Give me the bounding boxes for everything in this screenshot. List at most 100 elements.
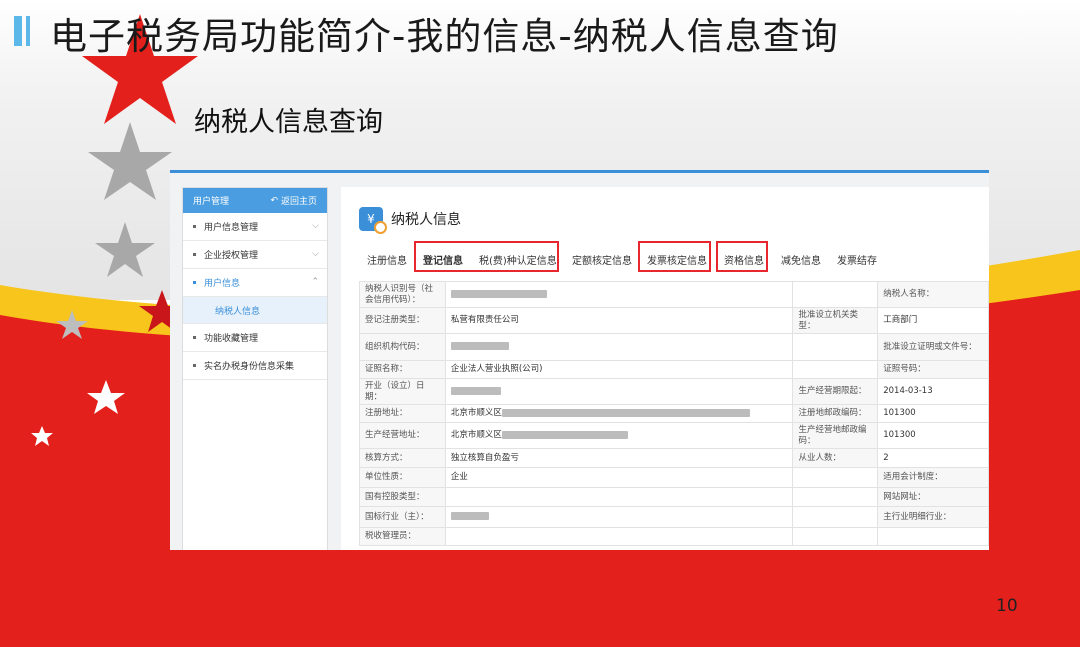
slide-subtitle: 纳税人信息查询 [194, 107, 383, 138]
field-label: 税收管理员： [359, 527, 446, 546]
field-value: 北京市顺义区 [444, 404, 794, 423]
field-label: 纳税人名称： [877, 281, 989, 308]
tab-invoice-balance[interactable]: 发票结存 [837, 252, 877, 267]
field-value: 企业 [444, 467, 794, 488]
field-label: 从业人数： [792, 448, 879, 468]
title-accent-bar [26, 16, 30, 46]
field-label: 主行业明细行业： [877, 506, 989, 528]
sidebar-item-label: 企业授权管理 [204, 251, 259, 261]
table-row: 国标行业（主）： 主行业明细行业： [359, 506, 989, 528]
sidebar-item-label: 实名办税身份信息采集 [204, 362, 295, 372]
sidebar-subitem-taxpayer-info[interactable]: 纳税人信息 [183, 297, 327, 324]
field-label: 批准设立证明或文件号： [877, 333, 989, 361]
field-value [877, 527, 989, 546]
chevron-down-icon: ⌵ [312, 249, 319, 259]
table-row: 单位性质： 企业 适用会计制度： [359, 467, 989, 488]
field-label: 生产经营地邮政编码： [792, 422, 879, 449]
field-value [444, 527, 794, 546]
tab-registration-info[interactable]: 注册信息 [367, 252, 407, 267]
chevron-down-icon: ⌵ [312, 221, 319, 231]
table-row: 国有控股类型： 网站网址： [359, 487, 989, 507]
taxpayer-info-table: 纳税人识别号（社会信用代码）： 纳税人名称： 登记注册类型： 私营有限责任公司 … [359, 281, 989, 546]
field-value: 北京市顺义区 [444, 422, 794, 449]
sidebar-item-realname-collection[interactable]: 实名办税身份信息采集 [183, 352, 327, 380]
star-icon [88, 122, 172, 200]
tab-quota-info[interactable]: 定额核定信息 [572, 252, 632, 267]
field-value: 独立核算自负盈亏 [444, 448, 794, 468]
sidebar-item-user-info[interactable]: 用户信息 ⌃ [183, 269, 327, 297]
field-label: 注册地址： [359, 404, 446, 423]
field-value [792, 527, 879, 546]
bullet-icon [193, 336, 196, 339]
field-value [792, 487, 879, 507]
highlight-box [716, 241, 768, 272]
field-value [792, 333, 879, 361]
back-home-button[interactable]: ↶ 返回主页 [270, 194, 317, 208]
field-value: 2 [877, 448, 989, 468]
field-label: 适用会计制度： [877, 467, 989, 488]
table-row: 核算方式： 独立核算自负盈亏 从业人数： 2 [359, 448, 989, 468]
field-value [792, 506, 879, 528]
table-row: 证照名称： 企业法人营业执照(公司) 证照号码： [359, 360, 989, 379]
sidebar-item-enterprise-auth[interactable]: 企业授权管理 ⌵ [183, 241, 327, 269]
field-label: 组织机构代码： [359, 333, 446, 361]
bullet-icon [193, 253, 196, 256]
sidebar-item-label: 用户信息 [204, 279, 241, 289]
field-value: 101300 [877, 422, 989, 449]
bullet-icon [193, 225, 196, 228]
field-value [792, 467, 879, 488]
table-row: 生产经营地址： 北京市顺义区 生产经营地邮政编码： 101300 [359, 422, 989, 449]
field-value [792, 281, 879, 308]
redacted-value [450, 386, 501, 395]
title-accent-bar [14, 16, 22, 46]
field-label: 生产经营期限起： [792, 378, 879, 405]
field-label: 国标行业（主）： [359, 506, 446, 528]
field-value [792, 360, 879, 379]
sidebar-item-label: 功能收藏管理 [204, 334, 259, 344]
sidebar-header-title: 用户管理 [193, 197, 230, 207]
field-label: 批准设立机关类型： [792, 307, 879, 334]
main-panel: ¥ 纳税人信息 注册信息 登记信息 税(费)种认定信息 定额核定信息 发票核定信… [341, 187, 989, 550]
field-value: 私营有限责任公司 [444, 307, 794, 334]
field-label: 网站网址： [877, 487, 989, 507]
redacted-value [501, 408, 750, 417]
redacted-value [450, 289, 547, 298]
field-value [444, 378, 794, 405]
redacted-value [501, 430, 628, 439]
table-row: 组织机构代码： 批准设立证明或文件号： [359, 333, 989, 361]
sidebar: 用户管理 ↶ 返回主页 用户信息管理 ⌵ 企业授权管理 ⌵ 用户信息 ⌃ 纳税人… [182, 187, 328, 550]
field-label: 纳税人识别号（社会信用代码）： [359, 281, 446, 308]
sidebar-header: 用户管理 ↶ 返回主页 [183, 188, 327, 213]
field-value: 101300 [877, 404, 989, 423]
field-value [444, 487, 794, 507]
panel-title: ¥ 纳税人信息 [359, 207, 461, 234]
tab-exemption-info[interactable]: 减免信息 [781, 252, 821, 267]
bullet-icon [193, 364, 196, 367]
field-label: 证照名称： [359, 360, 446, 379]
panel-title-text: 纳税人信息 [391, 212, 461, 228]
chevron-up-icon: ⌃ [311, 277, 319, 287]
slide-title: 电子税务局功能简介-我的信息-纳税人信息查询 [50, 15, 839, 58]
sidebar-item-favorites[interactable]: 功能收藏管理 [183, 324, 327, 352]
highlight-box [414, 241, 559, 272]
field-value [444, 333, 794, 361]
taxpayer-info-icon: ¥ [359, 207, 387, 234]
field-label: 国有控股类型： [359, 487, 446, 507]
table-row: 注册地址： 北京市顺义区 注册地邮政编码： 101300 [359, 404, 989, 423]
star-icon [95, 222, 155, 277]
redacted-value [450, 512, 489, 521]
redacted-value [450, 342, 509, 351]
field-label: 生产经营地址： [359, 422, 446, 449]
field-value: 2014-03-13 [877, 378, 989, 405]
table-row: 税收管理员： [359, 527, 989, 546]
field-label: 核算方式： [359, 448, 446, 468]
field-label: 单位性质： [359, 467, 446, 488]
field-value: 企业法人营业执照(公司) [444, 360, 794, 379]
back-home-label: 返回主页 [280, 197, 317, 207]
field-label: 注册地邮政编码： [792, 404, 879, 423]
app-screenshot: 用户管理 ↶ 返回主页 用户信息管理 ⌵ 企业授权管理 ⌵ 用户信息 ⌃ 纳税人… [170, 170, 989, 550]
field-value: 工商部门 [877, 307, 989, 334]
table-row: 开业（设立）日期： 生产经营期限起： 2014-03-13 [359, 378, 989, 405]
sidebar-item-user-info-management[interactable]: 用户信息管理 ⌵ [183, 213, 327, 241]
back-arrow-icon: ↶ [270, 195, 278, 206]
